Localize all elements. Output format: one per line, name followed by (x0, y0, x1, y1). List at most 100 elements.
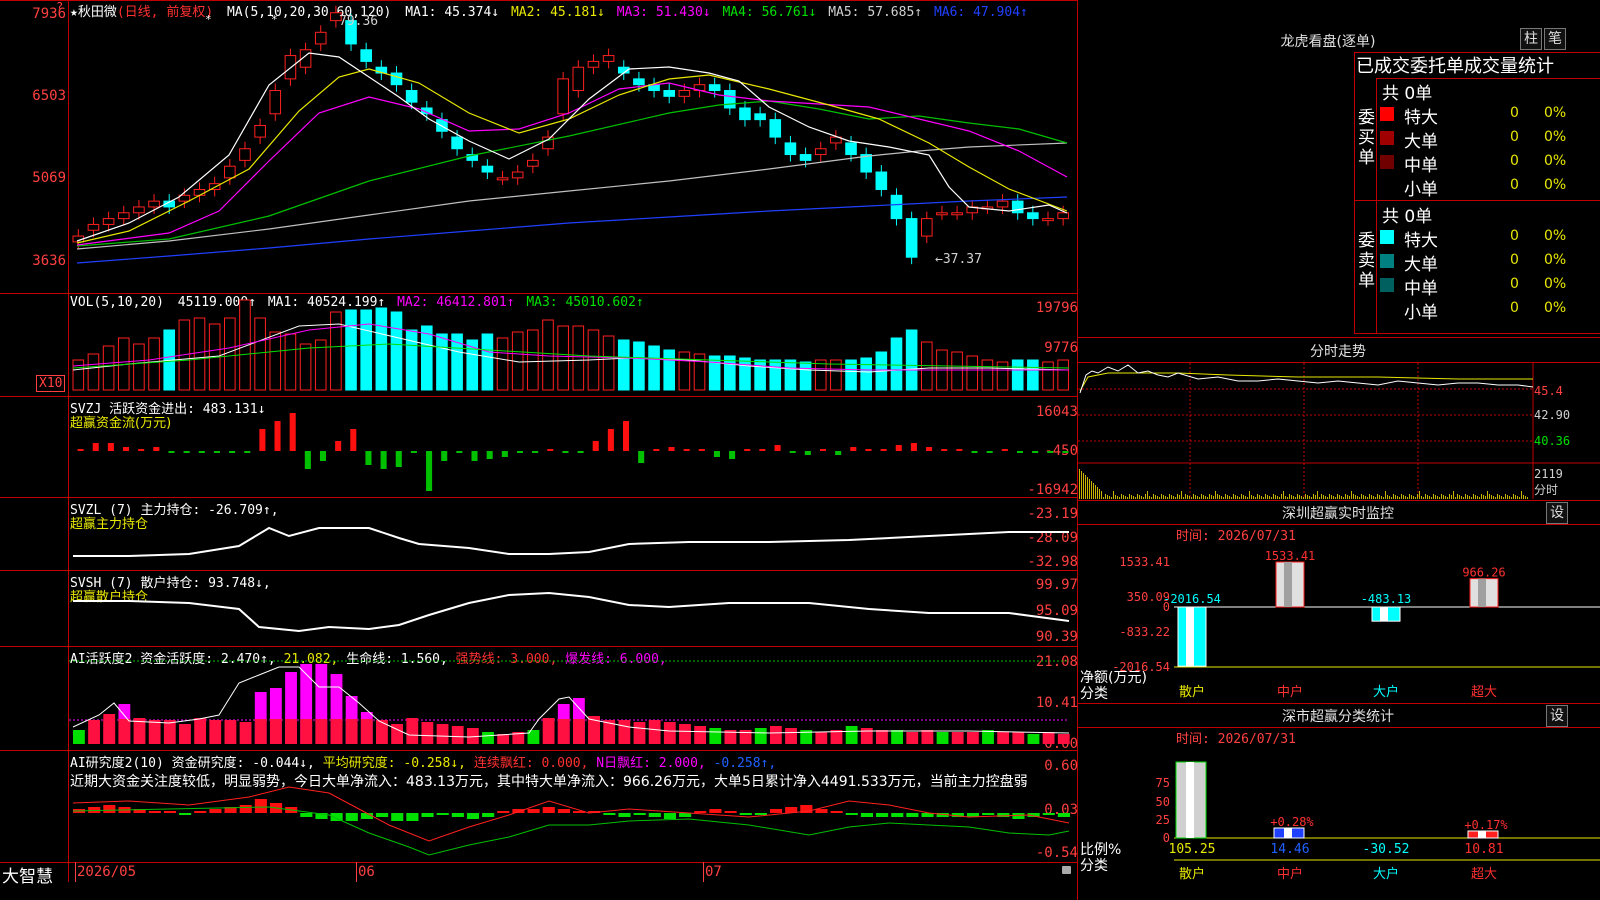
flow-bar[interactable] (304, 451, 311, 469)
flow-bar[interactable] (759, 449, 766, 451)
research-bar[interactable] (982, 813, 995, 815)
flow-bar[interactable] (426, 451, 433, 491)
candle[interactable] (784, 142, 797, 156)
price-chart[interactable]: 79.36 ←37.37 * * (69, 1, 1077, 293)
flow-bar[interactable] (274, 421, 281, 451)
activity-bar[interactable] (88, 720, 100, 744)
research-bar[interactable] (845, 813, 858, 815)
flow-bar[interactable] (289, 413, 296, 451)
flow-bar[interactable] (456, 451, 463, 453)
volume-chart[interactable] (69, 294, 1077, 396)
research-bar[interactable] (527, 809, 540, 813)
volume-bar[interactable] (678, 351, 691, 391)
monitor-chart[interactable]: 1533.41350.090-833.22-2016.54-2016.54散户1… (1078, 545, 1600, 700)
candle[interactable] (117, 212, 130, 220)
activity-bar[interactable] (1012, 732, 1025, 744)
activity-bar[interactable] (376, 720, 388, 744)
flow-bar[interactable] (350, 429, 357, 451)
volume-bar[interactable] (860, 357, 872, 391)
flow-bar[interactable] (971, 451, 978, 453)
volume-bar[interactable] (133, 343, 145, 391)
candle[interactable] (451, 136, 463, 150)
activity-bar[interactable] (982, 730, 994, 744)
research-bar[interactable] (724, 811, 737, 813)
research-bar[interactable] (739, 813, 752, 815)
activity-bar[interactable] (1057, 734, 1070, 744)
research-bar[interactable] (618, 813, 631, 817)
activity-bar[interactable] (679, 724, 691, 744)
flow-bar[interactable] (941, 449, 948, 451)
candle[interactable] (678, 90, 691, 97)
flow-bar[interactable] (744, 449, 751, 451)
candle[interactable] (708, 84, 721, 92)
volume-bar[interactable] (375, 307, 388, 391)
research-bar[interactable] (876, 813, 889, 817)
flow-bar[interactable] (486, 451, 493, 459)
flow-bar[interactable] (259, 429, 266, 451)
candle[interactable] (1027, 212, 1039, 220)
research-bar[interactable] (754, 813, 767, 815)
research-bar[interactable] (421, 813, 434, 817)
flow-bar[interactable] (501, 451, 508, 457)
research-bar[interactable] (663, 813, 677, 819)
flow-bar[interactable] (77, 449, 84, 451)
candle[interactable] (496, 177, 509, 181)
flow-bar[interactable] (1047, 451, 1054, 453)
research-bar[interactable] (466, 813, 480, 819)
volume-bar[interactable] (890, 337, 903, 391)
research-bar[interactable] (860, 813, 873, 817)
flow-bar[interactable] (683, 449, 690, 451)
candle[interactable] (845, 142, 857, 156)
flow-bar[interactable] (577, 451, 584, 453)
activity-bar[interactable] (921, 730, 934, 744)
candle[interactable] (905, 218, 918, 258)
flow-bar[interactable] (926, 447, 933, 451)
volume-bar[interactable] (739, 357, 751, 391)
flow-bar[interactable] (698, 449, 705, 451)
research-bar[interactable] (148, 811, 161, 813)
candle[interactable] (360, 49, 372, 62)
candle[interactable] (754, 113, 766, 121)
volume-bar[interactable] (405, 329, 418, 391)
flow-bar[interactable] (804, 451, 811, 455)
volume-bar[interactable] (87, 353, 100, 391)
candle[interactable] (799, 154, 812, 161)
flow-bar[interactable] (592, 441, 599, 451)
volume-bar[interactable] (193, 317, 206, 391)
candle[interactable] (254, 124, 266, 138)
candle[interactable] (739, 107, 751, 121)
candle[interactable] (133, 206, 145, 214)
research-bar[interactable] (482, 813, 495, 817)
flow-bar[interactable] (441, 451, 448, 461)
vol-unit-label[interactable]: X10 (36, 375, 66, 392)
activity-bar[interactable] (224, 720, 237, 744)
flow-bar[interactable] (153, 447, 160, 451)
research-bar[interactable] (376, 813, 389, 817)
volume-bar[interactable] (602, 335, 615, 391)
activity-bar[interactable] (163, 720, 176, 744)
research-bar[interactable] (391, 813, 404, 821)
candle[interactable] (996, 200, 1009, 208)
activity-bar[interactable] (694, 726, 707, 744)
candle[interactable] (572, 66, 585, 92)
research-bar[interactable] (179, 813, 192, 815)
activity-bar[interactable] (209, 720, 222, 744)
volume-bar[interactable] (148, 337, 160, 391)
flow-bar[interactable] (365, 451, 372, 465)
flow-bar[interactable] (471, 451, 478, 461)
flow-bar[interactable] (774, 445, 781, 451)
candle[interactable] (511, 171, 524, 179)
flow-bar[interactable] (895, 445, 902, 451)
activity-bar[interactable] (951, 732, 964, 744)
monitor-settings-button[interactable]: 设 (1546, 502, 1568, 524)
research-bar[interactable] (633, 813, 646, 815)
volume-bar[interactable] (633, 341, 645, 391)
research-bar[interactable] (512, 809, 525, 813)
volume-bar[interactable] (345, 309, 357, 391)
flow-bar[interactable] (395, 451, 402, 467)
activity-bar[interactable] (785, 728, 797, 744)
svzl-chart[interactable] (69, 498, 1077, 570)
candle[interactable] (951, 212, 963, 216)
candle[interactable] (920, 218, 933, 237)
candle[interactable] (224, 165, 236, 179)
